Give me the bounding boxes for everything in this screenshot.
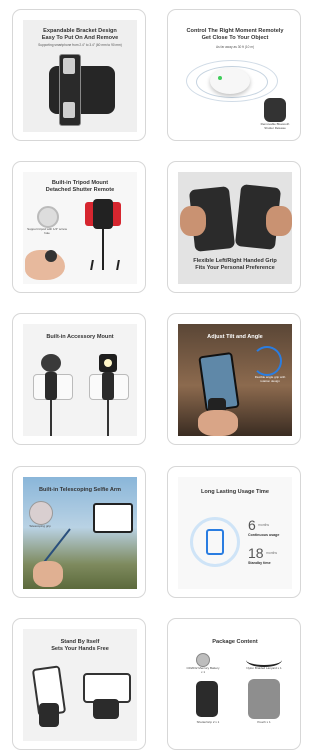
product-card-expandable-bracket[interactable]: Expandable Bracket Design Easy To Put On… xyxy=(12,9,146,141)
product-card-tripod-mount[interactable]: Built-in Tripod Mount Detached Shutter R… xyxy=(12,161,146,293)
package-item: Nylon Braided Lanyard x 1 xyxy=(246,666,282,670)
pole-illustration xyxy=(107,400,109,436)
package-item: Pouch x 1 xyxy=(257,720,271,724)
light-lens-icon xyxy=(104,359,112,367)
card-image: Built-in Accessory Mount xyxy=(23,324,137,436)
remote-led-icon xyxy=(218,76,222,80)
standby-label: Standby time xyxy=(248,561,271,565)
card-image: Built-in Telescoping Selfie Arm Telescop… xyxy=(23,477,137,589)
tripod-legs-illustration xyxy=(90,260,120,270)
telescoping-label: Telescoping grip xyxy=(29,524,51,528)
standby-value: 18 xyxy=(248,545,264,561)
card-image: Control The Right Moment Remotely Get Cl… xyxy=(178,20,292,132)
remote-in-hand-icon xyxy=(45,250,57,262)
card-image: Flexible Left/Right Handed Grip Fits You… xyxy=(178,172,292,284)
card-title: Adjust Tilt and Angle xyxy=(207,334,263,340)
grip-illustration xyxy=(196,681,218,717)
tripod-label: Support tripod with 1/4" screw hole xyxy=(27,227,67,235)
remote-shutter-illustration xyxy=(210,68,250,94)
lanyard-icon xyxy=(246,653,282,667)
usage-label: Continuous usage xyxy=(248,533,280,537)
product-card-usage-time[interactable]: Long Lasting Usage Time 6 months Continu… xyxy=(167,466,301,598)
hand-illustration xyxy=(198,410,238,436)
product-card-accessory-mount[interactable]: Built-in Accessory Mount xyxy=(12,313,146,445)
grip-illustration xyxy=(39,703,59,727)
pole-illustration xyxy=(50,400,52,436)
card-title: Package Content xyxy=(212,639,258,645)
product-card-package-content[interactable]: Package Content CR2032 Mercury Battery x… xyxy=(167,618,301,750)
grip-illustration xyxy=(102,372,114,400)
product-card-tilt-angle[interactable]: Adjust Tilt and Angle Flexible angle gri… xyxy=(167,313,301,445)
card-title: Long Lasting Usage Time xyxy=(201,489,269,495)
remote-label: Removable Bluetooth Shutter Release xyxy=(260,122,290,130)
hand-illustration xyxy=(180,206,206,236)
product-card-remote-control[interactable]: Control The Right Moment Remotely Get Cl… xyxy=(167,9,301,141)
grip-illustration xyxy=(93,699,119,719)
usage-value: 6 xyxy=(248,517,256,533)
card-title: Built-in Accessory Mount xyxy=(46,334,114,340)
hand-illustration xyxy=(33,561,63,587)
grip-illustration xyxy=(93,199,113,229)
product-card-selfie-arm[interactable]: Built-in Telescoping Selfie Arm Telescop… xyxy=(12,466,146,598)
card-title: Flexible Left/Right Handed Grip Fits You… xyxy=(193,258,277,271)
usage-unit: months xyxy=(258,523,270,527)
grip-illustration xyxy=(264,98,286,122)
clamp-illustration xyxy=(63,102,75,118)
telescoping-grip-icon xyxy=(29,501,53,525)
package-item: CR2032 Mercury Battery x 1 xyxy=(186,666,220,674)
card-title: Built-in Tripod Mount Detached Shutter R… xyxy=(45,180,115,193)
product-card-stand[interactable]: Stand By Itself Sets Your Hands Free xyxy=(12,618,146,750)
hand-illustration xyxy=(266,206,292,236)
card-image: Adjust Tilt and Angle Flexible angle gri… xyxy=(178,324,292,436)
card-image: Stand By Itself Sets Your Hands Free xyxy=(23,629,137,741)
tripod-screw-icon xyxy=(37,206,59,228)
card-image: Long Lasting Usage Time 6 months Continu… xyxy=(178,477,292,589)
tilt-label: Flexible angle grip with rotation design xyxy=(254,375,286,383)
card-title: Built-in Telescoping Selfie Arm xyxy=(38,487,122,493)
rotation-arrow-icon xyxy=(252,346,282,376)
phone-illustration xyxy=(93,503,133,533)
pouch-icon xyxy=(248,679,280,719)
card-image: Package Content CR2032 Mercury Battery x… xyxy=(178,629,292,741)
standby-unit: months xyxy=(266,551,278,555)
battery-coin-icon xyxy=(196,653,210,667)
product-card-flexible-grip[interactable]: Flexible Left/Right Handed Grip Fits You… xyxy=(167,161,301,293)
clamp-illustration xyxy=(63,58,75,74)
card-image: Expandable Bracket Design Easy To Put On… xyxy=(23,20,137,132)
card-image: Built-in Tripod Mount Detached Shutter R… xyxy=(23,172,137,284)
battery-icon xyxy=(206,529,224,555)
card-subtitle: As far away as 30 ft (10 m) xyxy=(215,45,255,49)
card-title: Stand By Itself Sets Your Hands Free xyxy=(51,639,109,652)
card-title: Control The Right Moment Remotely Get Cl… xyxy=(186,28,284,41)
card-subtitle: Supporting smartphone from 2.4" to 3.4" … xyxy=(38,43,122,47)
package-item: ShutterGrip 2 x 1 xyxy=(196,720,220,724)
card-title: Expandable Bracket Design Easy To Put On… xyxy=(41,28,119,41)
microphone-illustration xyxy=(41,354,61,372)
grip-illustration xyxy=(45,372,57,400)
